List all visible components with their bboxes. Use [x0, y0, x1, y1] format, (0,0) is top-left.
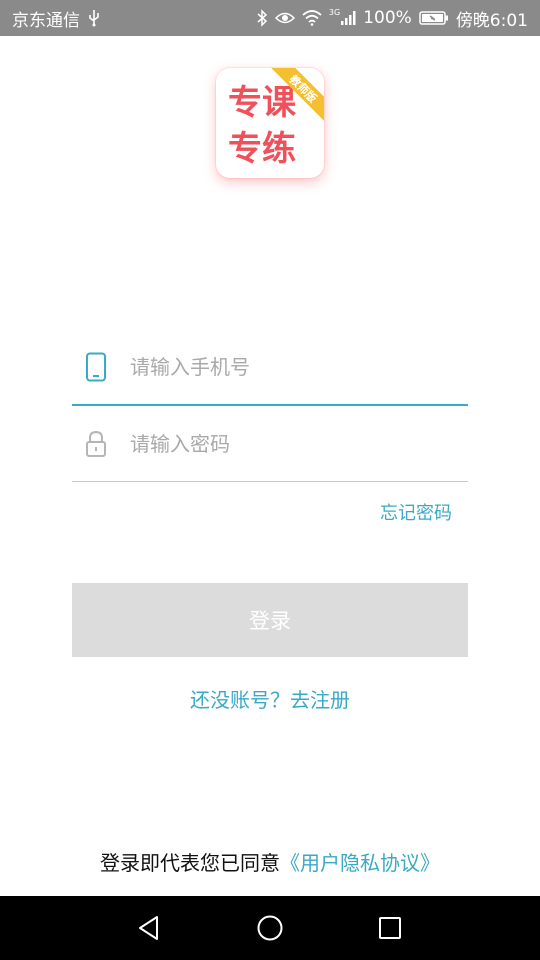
- agreement-text: 登录即代表您已同意《用户隐私协议》: [0, 847, 540, 876]
- login-button[interactable]: 登录: [72, 583, 468, 657]
- carrier-name: 京东通信: [12, 10, 80, 31]
- eye-comfort-icon: [274, 11, 295, 25]
- privacy-agreement-link[interactable]: 《用户隐私协议》: [280, 851, 440, 875]
- status-left: 京东通信: [12, 6, 101, 31]
- phone-input[interactable]: [120, 355, 468, 379]
- signal-icon: 3G: [328, 7, 356, 26]
- phone-field: [72, 330, 468, 406]
- logo-line2: 专练: [228, 129, 296, 169]
- back-icon[interactable]: [131, 910, 167, 946]
- usb-icon: [87, 9, 101, 27]
- navigation-bar: [0, 896, 540, 960]
- password-input[interactable]: [120, 431, 468, 456]
- logo-line1: 专课: [228, 83, 297, 123]
- battery-percent: 100%: [363, 8, 412, 28]
- home-icon[interactable]: [252, 910, 288, 946]
- recents-icon[interactable]: [372, 910, 408, 946]
- app-logo: 专课 专练 教师版: [216, 68, 324, 178]
- bluetooth-icon: [256, 9, 268, 27]
- forgot-password-link[interactable]: 忘记密码: [380, 499, 452, 525]
- register-link[interactable]: 还没账号？去注册: [0, 684, 540, 713]
- battery-icon: [419, 10, 449, 26]
- lock-icon: [72, 430, 120, 458]
- wifi-icon: [302, 10, 322, 26]
- status-right: 3G 100% 傍晚6:01: [256, 6, 528, 31]
- password-field: [72, 406, 468, 482]
- phone-icon: [72, 352, 120, 382]
- network-type: 3G: [328, 7, 341, 17]
- clock: 傍晚6:01: [455, 10, 528, 31]
- agreement-prefix: 登录即代表您已同意: [100, 851, 280, 875]
- status-bar: 京东通信 3G 100% 傍晚6:01: [0, 0, 540, 36]
